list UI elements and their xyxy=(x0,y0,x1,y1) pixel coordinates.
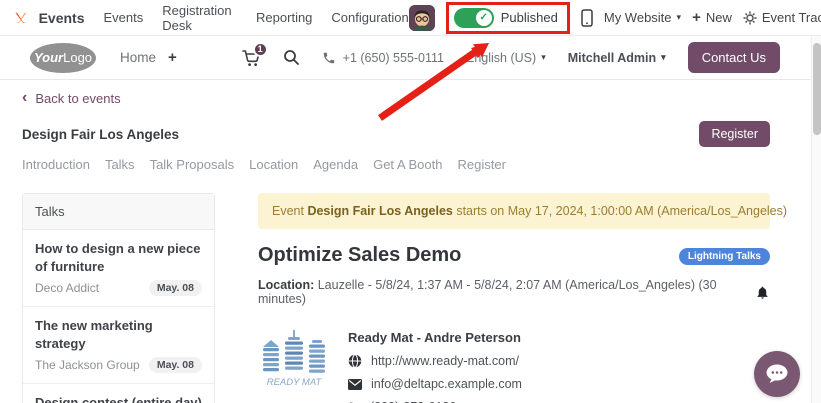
event-title: Design Fair Los Angeles xyxy=(22,127,179,142)
talk-detail: Event Design Fair Los Angeles starts on … xyxy=(258,193,770,403)
mobile-preview-button[interactable] xyxy=(581,9,593,27)
talk-tag-badge: Lightning Talks xyxy=(679,248,770,265)
scrollbar-track[interactable] xyxy=(811,36,821,403)
company-logo-caption: READY MAT xyxy=(267,377,323,388)
annotation-highlight-box: ✓ Published xyxy=(446,2,570,34)
avatar-face-icon xyxy=(409,5,435,31)
add-page-button[interactable]: + xyxy=(168,49,177,66)
gear-icon xyxy=(743,11,757,25)
register-button[interactable]: Register xyxy=(699,121,770,147)
event-nav: Introduction Talks Talk Proposals Locati… xyxy=(22,157,770,172)
phone-icon xyxy=(322,51,336,65)
menu-reporting[interactable]: Reporting xyxy=(256,10,312,25)
menu-registration-desk[interactable]: Registration Desk xyxy=(162,3,237,33)
new-button[interactable]: + New xyxy=(692,9,732,26)
contact-us-button[interactable]: Contact Us xyxy=(688,42,780,73)
talk-list-item[interactable]: Design contest (entire day) Lumber Inc M… xyxy=(23,384,214,403)
talk-list-item[interactable]: The new marketing strategy The Jackson G… xyxy=(23,307,214,384)
talks-sidebar-title: Talks xyxy=(23,194,214,230)
reminder-button[interactable] xyxy=(755,285,770,300)
scrollbar-thumb[interactable] xyxy=(813,43,821,135)
talk-date-badge: May. 08 xyxy=(149,280,202,296)
nav-agenda[interactable]: Agenda xyxy=(313,157,358,172)
screen: Events Events Registration Desk Reportin… xyxy=(0,0,821,403)
my-website-dropdown[interactable]: My Website ▾ xyxy=(604,10,681,25)
odoo-logo-icon xyxy=(14,9,29,27)
chevron-down-icon: ▾ xyxy=(541,52,546,63)
company-logo: READY MAT xyxy=(258,328,330,390)
search-icon xyxy=(283,49,300,66)
back-to-events-link[interactable]: ‹ Back to events xyxy=(22,90,121,106)
chevron-left-icon: ‹ xyxy=(22,90,27,106)
menu-events[interactable]: Events xyxy=(104,10,144,25)
user-menu[interactable]: Mitchell Admin ▾ xyxy=(568,51,666,65)
header-phone-link[interactable]: +1 (650) 555-0111 xyxy=(322,51,444,65)
app-name: Events xyxy=(39,10,85,26)
published-label: Published xyxy=(501,10,558,25)
toggle-check-icon: ✓ xyxy=(476,10,492,26)
published-toggle[interactable]: ✓ xyxy=(454,8,494,28)
page-content: ‹ Back to events Design Fair Los Angeles… xyxy=(0,80,821,403)
envelope-icon xyxy=(348,379,362,390)
language-selector[interactable]: English (US) ▾ xyxy=(466,51,546,65)
nav-talk-proposals[interactable]: Talk Proposals xyxy=(150,157,235,172)
menu-configuration[interactable]: Configuration xyxy=(331,10,408,25)
speaker-company-card: READY MAT Ready Mat - Andre Peterson htt… xyxy=(258,328,770,403)
nav-introduction[interactable]: Introduction xyxy=(22,157,90,172)
cart-count-badge: 1 xyxy=(253,42,268,57)
talk-date-badge: May. 08 xyxy=(149,357,202,373)
event-track-button[interactable]: Event Track xyxy=(743,10,821,25)
talk-list-item[interactable]: How to design a new piece of furniture D… xyxy=(23,230,214,307)
nav-location[interactable]: Location xyxy=(249,157,298,172)
website-header: YourLogo Home + 1 xyxy=(0,36,821,80)
company-email-link[interactable]: info@deltapc.example.com xyxy=(348,377,522,391)
company-name: Ready Mat - Andre Peterson xyxy=(348,330,522,345)
event-start-alert: Event Design Fair Los Angeles starts on … xyxy=(258,193,770,229)
nav-get-a-booth[interactable]: Get A Booth xyxy=(373,157,442,172)
plus-icon: + xyxy=(692,9,701,26)
search-button[interactable] xyxy=(283,49,300,66)
nav-register[interactable]: Register xyxy=(457,157,505,172)
talk-speaker: The Jackson Group xyxy=(35,358,140,372)
site-logo[interactable]: YourLogo xyxy=(30,43,96,73)
nav-home-link[interactable]: Home xyxy=(120,50,156,65)
backend-top-bar: Events Events Registration Desk Reportin… xyxy=(0,0,821,36)
talk-title: Optimize Sales Demo xyxy=(258,244,461,267)
cart-button[interactable]: 1 xyxy=(242,49,261,67)
user-avatar[interactable] xyxy=(409,5,435,31)
nav-talks[interactable]: Talks xyxy=(105,157,135,172)
company-website-link[interactable]: http://www.ready-mat.com/ xyxy=(348,354,522,368)
talk-speaker: Deco Addict xyxy=(35,281,99,295)
chevron-down-icon: ▾ xyxy=(677,12,682,23)
talk-location-row: Location: Lauzelle - 5/8/24, 1:37 AM - 5… xyxy=(258,278,770,306)
chat-bubble-icon xyxy=(765,364,789,384)
globe-icon xyxy=(348,354,362,368)
talks-sidebar: Talks How to design a new piece of furni… xyxy=(22,193,215,403)
chevron-down-icon: ▾ xyxy=(661,52,666,63)
bell-icon xyxy=(755,285,770,300)
mobile-icon xyxy=(581,9,593,27)
livechat-button[interactable] xyxy=(754,351,800,397)
